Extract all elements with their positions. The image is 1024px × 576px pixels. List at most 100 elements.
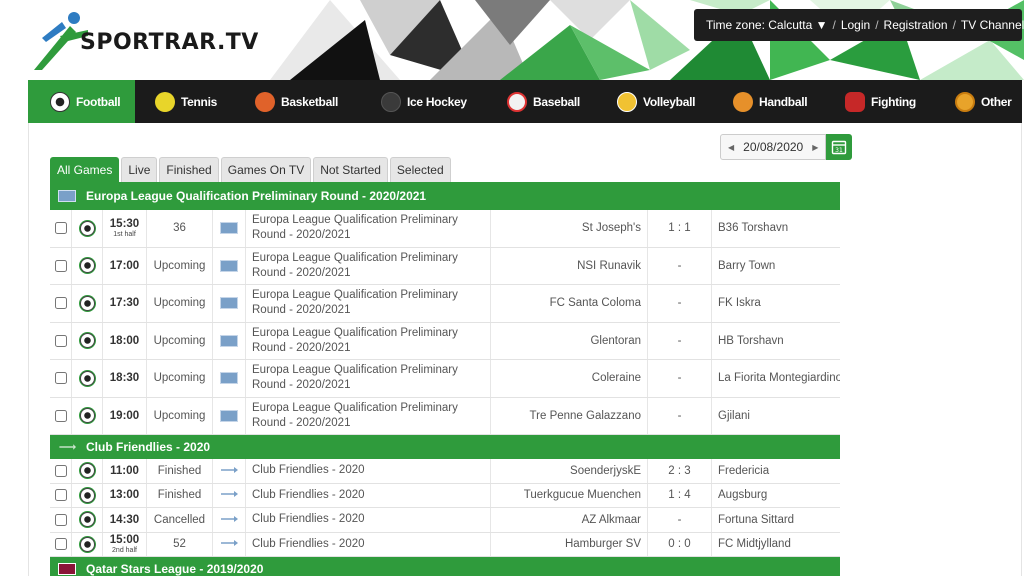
match-score[interactable]: - — [648, 397, 712, 434]
kickoff-time-cell: 18:30 — [103, 360, 147, 397]
away-team[interactable]: Augsburg — [712, 484, 840, 508]
league-name[interactable]: Club Friendlies - 2020 — [246, 459, 491, 483]
league-header[interactable]: Qatar Stars League - 2019/2020 — [50, 557, 840, 576]
league-name[interactable]: Club Friendlies - 2020 — [246, 532, 491, 556]
league-name[interactable]: Europa League Qualification Preliminary … — [246, 210, 491, 247]
nav-item-handball[interactable]: Handball — [713, 80, 827, 123]
tab-not-started[interactable]: Not Started — [313, 157, 388, 182]
home-team[interactable]: SoenderjyskE — [491, 459, 648, 483]
match-score[interactable]: 2 : 3 — [648, 459, 712, 483]
sport-cell — [72, 532, 103, 556]
match-score[interactable]: - — [648, 322, 712, 359]
select-game-checkbox[interactable] — [54, 538, 67, 551]
date-input[interactable]: ◀ 20/08/2020 ▶ — [720, 134, 827, 160]
match-score[interactable]: - — [648, 247, 712, 284]
sports-nav: Football Tennis Basketball Ice Hockey Ba… — [28, 80, 1022, 123]
sportrar-logo[interactable]: SPORTRAR.TV — [32, 8, 262, 72]
home-team[interactable]: AZ Alkmaar — [491, 508, 648, 532]
prev-day-arrow[interactable]: ◀ — [725, 143, 737, 152]
game-row[interactable]: 11:00 Finished Club Friendlies - 2020 Soend… — [50, 459, 840, 484]
nav-item-basketball[interactable]: Basketball — [235, 80, 359, 123]
game-row[interactable]: 18:00 Upcoming Europa League Qualification… — [50, 322, 840, 360]
home-team[interactable]: NSI Runavik — [491, 247, 648, 284]
registration-link[interactable]: Registration — [884, 18, 948, 32]
league-name[interactable]: Europa League Qualification Preliminary … — [246, 322, 491, 359]
select-game-checkbox[interactable] — [54, 334, 67, 347]
league-name[interactable]: Club Friendlies - 2020 — [246, 508, 491, 532]
away-team[interactable]: Barry Town — [712, 248, 840, 285]
league-name[interactable]: Europa League Qualification Preliminary … — [246, 285, 491, 322]
tab-finished[interactable]: Finished — [159, 157, 219, 182]
nav-item-football[interactable]: Football — [28, 80, 135, 123]
league-name[interactable]: Europa League Qualification Preliminary … — [246, 360, 491, 397]
timezone-selector[interactable]: Time zone: Calcutta ▼ — [706, 18, 827, 32]
tab-live[interactable]: Live — [121, 157, 158, 182]
football-ball-shape — [79, 536, 95, 552]
match-score[interactable]: - — [648, 285, 712, 322]
away-team[interactable]: HB Torshavn — [712, 323, 840, 360]
calendar-icon-label: 31 — [836, 147, 844, 154]
league-name[interactable]: Club Friendlies - 2020 — [246, 483, 491, 507]
away-team[interactable]: Gjilani — [712, 398, 840, 435]
match-score[interactable]: 1 : 1 — [648, 210, 712, 247]
away-team[interactable]: B36 Torshavn — [712, 210, 840, 247]
game-row[interactable]: 15:00 2nd half 52 Club Friendlies - 2020 Ham… — [50, 532, 840, 557]
match-score[interactable]: 1 : 4 — [648, 483, 712, 507]
match-score[interactable]: 0 : 0 — [648, 532, 712, 556]
calendar-button[interactable]: 31 — [826, 134, 853, 160]
home-team[interactable]: St Joseph's — [491, 210, 648, 247]
nav-item-fighting[interactable]: Fighting — [827, 80, 937, 123]
league-name[interactable]: Europa League Qualification Preliminary … — [246, 247, 491, 284]
away-team[interactable]: La Fiorita Montegiardino — [712, 360, 840, 397]
next-day-arrow[interactable]: ▶ — [809, 143, 821, 152]
match-score[interactable]: - — [648, 360, 712, 397]
football-icon — [78, 511, 96, 529]
league-header[interactable]: Europa League Qualification Preliminary … — [50, 182, 840, 210]
nav-item-volleyball[interactable]: Volleyball — [597, 80, 713, 123]
home-team[interactable]: Coleraine — [491, 360, 648, 397]
nav-item-baseball[interactable]: Baseball — [485, 80, 597, 123]
match-status: Upcoming — [147, 360, 213, 397]
game-row[interactable]: 14:30 Cancelled Club Friendlies - 2020 AZ A… — [50, 508, 840, 533]
away-team[interactable]: FK Iskra — [712, 285, 840, 322]
sport-cell — [72, 210, 103, 247]
site-header: SPORTRAR.TV Time zone: Calcutta ▼ / Logi… — [0, 0, 1024, 80]
select-game-checkbox[interactable] — [54, 464, 67, 477]
home-team[interactable]: Glentoran — [491, 322, 648, 359]
select-game-checkbox[interactable] — [54, 222, 67, 235]
kickoff-time-cell: 17:30 — [103, 285, 147, 322]
nav-item-tennis[interactable]: Tennis — [135, 80, 235, 123]
kickoff-time: 18:00 — [109, 334, 140, 347]
tab-all-games[interactable]: All Games — [50, 157, 120, 182]
league-name[interactable]: Europa League Qualification Preliminary … — [246, 397, 491, 434]
home-team[interactable]: Hamburger SV — [491, 532, 648, 556]
league-header[interactable]: Club Friendlies - 2020 — [50, 435, 840, 459]
select-game-checkbox[interactable] — [54, 513, 67, 526]
uefa-flag-icon — [220, 409, 238, 422]
select-game-checkbox[interactable] — [54, 489, 67, 502]
home-team[interactable]: Tre Penne Galazzano — [491, 397, 648, 434]
game-row[interactable]: 17:30 Upcoming Europa League Qualification… — [50, 285, 840, 323]
away-team[interactable]: Fortuna Sittard — [712, 508, 840, 532]
tab-games-on-tv[interactable]: Games On TV — [220, 157, 312, 182]
select-game-checkbox[interactable] — [54, 409, 67, 422]
match-score[interactable]: - — [648, 508, 712, 532]
home-team[interactable]: FC Santa Coloma — [491, 285, 648, 322]
nav-item-label: Ice Hockey — [407, 94, 467, 109]
game-row[interactable]: 15:30 1st half 36 Europa League Qualificati… — [50, 210, 840, 248]
nav-item-ice-hockey[interactable]: Ice Hockey — [359, 80, 485, 123]
select-game-checkbox[interactable] — [54, 259, 67, 272]
away-team[interactable]: Fredericia — [712, 459, 840, 483]
game-row[interactable]: 17:00 Upcoming Europa League Qualification… — [50, 247, 840, 285]
tv-channels-link[interactable]: TV Channels — [961, 18, 1024, 32]
nav-item-other[interactable]: Other — [937, 80, 1022, 123]
game-row[interactable]: 19:00 Upcoming Europa League Qualification… — [50, 397, 840, 435]
game-row[interactable]: 18:30 Upcoming Europa League Qualification… — [50, 360, 840, 398]
select-game-checkbox[interactable] — [54, 297, 67, 310]
game-row[interactable]: 13:00 Finished Club Friendlies - 2020 Tuerk… — [50, 483, 840, 508]
select-game-checkbox[interactable] — [54, 372, 67, 385]
tab-selected[interactable]: Selected — [389, 157, 451, 182]
home-team[interactable]: Tuerkgucue Muenchen — [491, 483, 648, 507]
login-link[interactable]: Login — [841, 18, 870, 32]
away-team[interactable]: FC Midtjylland — [712, 533, 840, 557]
